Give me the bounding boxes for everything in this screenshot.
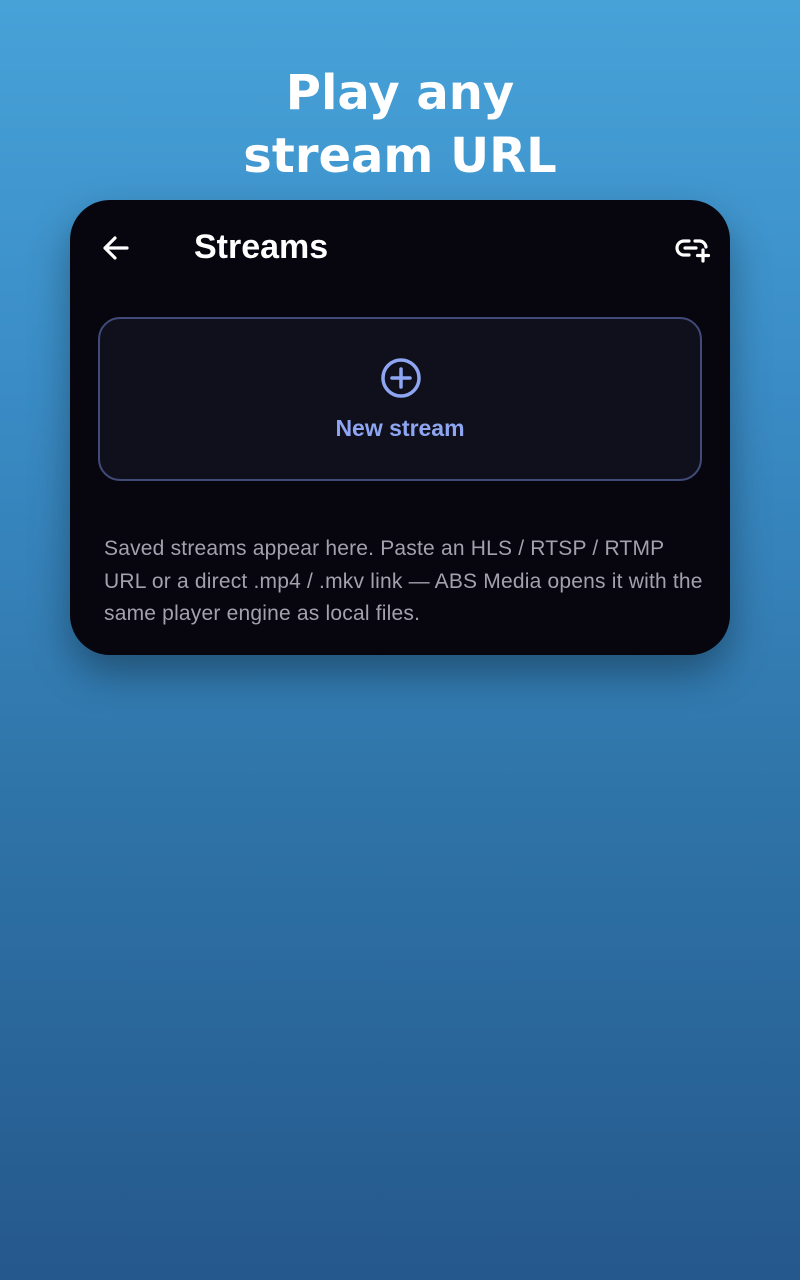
app-screen-card: Streams New stream Saved streams appear … [70,200,730,655]
empty-state-hint: Saved streams appear here. Paste an HLS … [104,537,703,625]
link-add-icon [675,239,711,263]
back-button[interactable] [94,226,138,270]
promo-headline-line1: Play any [285,65,515,121]
app-bar: Streams [70,200,730,295]
add-link-button[interactable] [668,224,716,272]
new-stream-label: New stream [335,415,465,441]
arrow-left-icon [103,236,129,260]
promo-headline-line2: stream URL [243,128,557,184]
plus-circle-icon [381,358,421,398]
page-title: Streams [194,228,329,266]
promo-headline: Play any stream URL [0,62,800,188]
new-stream-button[interactable]: New stream [98,317,702,481]
